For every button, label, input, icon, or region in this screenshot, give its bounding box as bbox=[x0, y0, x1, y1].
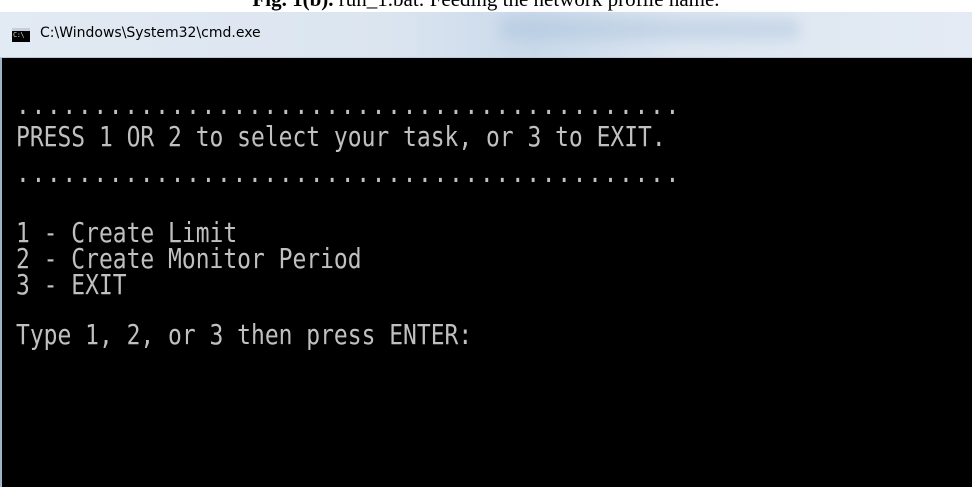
console-output[interactable]: ........................................… bbox=[0, 58, 972, 487]
cmd-window: C:\ C:\Windows\System32\cmd.exe ........… bbox=[0, 12, 972, 487]
cmd-icon-text: C:\ bbox=[13, 31, 25, 39]
console-line-input-prompt: Type 1, 2, or 3 then press ENTER: bbox=[16, 318, 473, 351]
console-line-prompt: PRESS 1 OR 2 to select your task, or 3 t… bbox=[16, 120, 666, 153]
title-bar[interactable]: C:\ C:\Windows\System32\cmd.exe bbox=[0, 12, 972, 58]
console-line-option-3: 3 - EXIT bbox=[16, 268, 127, 301]
figure-caption-label: Fig. 1(b). bbox=[252, 0, 333, 11]
console-line-separator-top: ........................................… bbox=[16, 88, 681, 121]
console-line-separator-bottom: ........................................… bbox=[16, 156, 681, 189]
cmd-console-icon[interactable]: C:\ bbox=[12, 28, 30, 42]
figure-caption: Fig. 1(b). run_1.bat: Feeding the networ… bbox=[0, 0, 972, 12]
figure-caption-text: run_1.bat: Feeding the network profile n… bbox=[334, 0, 720, 11]
window-title: C:\Windows\System32\cmd.exe bbox=[40, 25, 261, 41]
